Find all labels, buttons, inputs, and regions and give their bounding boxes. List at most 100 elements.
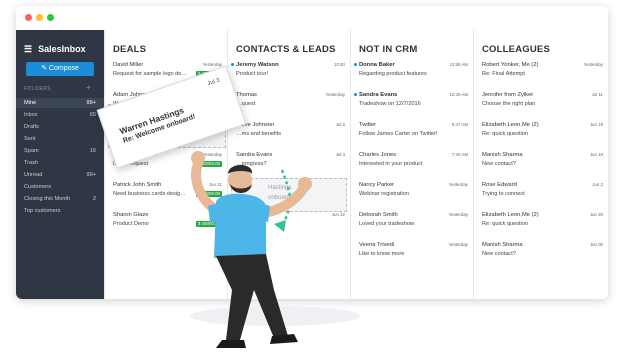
mail-card[interactable]: Twitter Follow James Carter on Twitter! 9:… [351,118,474,148]
folder-item[interactable]: Drafts [16,122,104,132]
mail-time: Jul 4 [335,152,345,157]
left-hand [191,151,205,165]
trousers [216,254,288,340]
mail-subject: Request for sample logo de… [113,71,188,77]
mail-sender: Patrick John Smith [113,182,162,188]
folder-label: Sent [24,136,36,142]
unread-dot-icon [231,63,234,66]
mail-sender: Jennifer from Zylker [482,92,534,98]
mail-time: 10:40 [334,62,345,67]
add-folder-icon[interactable]: + [86,83,91,92]
mail-subject: Choose the right plan [482,101,536,107]
folder-label: Mine [24,100,37,106]
mail-sender: Nancy Parker [359,182,395,188]
folder-item[interactable]: Trash [16,158,104,168]
mail-time: 9:47 AM [451,122,468,127]
mail-card[interactable]: Donna Baker Regarding product features 11:… [351,58,474,88]
mail-time: Jun 2 [592,182,603,187]
mail-card[interactable]: Nancy Parker Webinar registration Yesterda… [351,178,474,208]
mail-time: Jun 18 [589,152,603,157]
folder-label: Trash [24,160,39,166]
unread-dot-icon [354,93,357,96]
close-window-dot[interactable] [25,14,32,21]
mail-time: 10:30 AM [449,92,468,97]
mail-sender: Charles Jones [359,152,397,158]
mail-subject: Re: Final Attempt [482,71,525,77]
drag-arrow-head [274,220,286,232]
mail-card[interactable]: Deborah Smith Loved your tradeshow Yesterd… [351,208,474,238]
mail-sender: Robert Yonker, Me (2) [482,62,539,68]
maximize-window-dot[interactable] [47,14,54,21]
app-name: SalesInbox [38,44,86,54]
mail-card[interactable]: Rose Edward Trying to connect Jun 2 [474,178,608,208]
mail-card[interactable]: Manish Sharma New contact? Jun 18 [474,148,608,178]
mail-card[interactable]: Jennifer from Zylker Choose the right pla… [474,88,608,118]
mail-card[interactable]: Sandra Evans Tradeshow on 12/7/2016 10:30 … [351,88,474,118]
dragged-card-time: Jul 3 [206,77,221,88]
person-illustration [191,151,312,348]
mail-sender: Rose Edward [482,182,517,188]
mail-card[interactable]: Thomas …quest Yesterday [228,88,351,118]
mail-card[interactable]: Veena Trivedi Like to know more Yesterday [351,238,474,268]
folder-label: Top customers [24,208,61,214]
mail-sender: Twitter [359,122,377,128]
mail-card[interactable]: Robert Yonker, Me (2) Re: Final Attempt Ye… [474,58,608,88]
mail-subject: Re: quick question [482,221,529,227]
mail-sender: Sharon Glaze [113,212,149,218]
mail-time: 7:40 AM [451,152,468,157]
folder-item[interactable]: Sent [16,134,104,144]
app-brand: ☰ SalesInbox [24,44,86,55]
mail-subject: Product Demo [113,221,149,227]
compose-icon: ✎ [41,65,49,72]
compose-button[interactable]: ✎ Compose [26,62,94,76]
mail-time: Jul 6 [335,122,345,127]
mail-subject: …ms and benefits [236,131,282,137]
mail-sender: Deborah Smith [359,212,398,218]
folder-item[interactable]: Mine 99+ [16,98,104,108]
column-not-in-crm: NOT IN CRM Donna Baker Regarding product f… [350,30,474,299]
folders-heading: FOLDERS [24,86,52,92]
mail-sender: Elizabeth Leon,Me (2) [482,212,539,218]
mail-card[interactable]: Charles Jones Interested in your product 7… [351,148,474,178]
mail-card[interactable]: Elizabeth Leon,Me (2) Re: quick question J… [474,208,608,238]
folder-count: 99+ [86,100,97,106]
menu-icon[interactable]: ☰ [24,44,32,55]
mail-sender: Thomas [236,92,257,98]
mail-subject: Regarding product features [359,71,427,77]
folder-item[interactable]: Top customers [16,206,104,216]
mail-time: Yesterday [448,242,468,247]
right-sleeve [256,202,270,222]
mail-subject: Re: quick question [482,131,529,137]
column-title: DEALS [113,44,147,55]
folder-item[interactable]: Inbox 65 [16,110,104,120]
minimize-window-dot[interactable] [36,14,43,21]
right-hand [298,177,312,191]
mail-sender: Jeremy Watson [236,62,279,68]
title-bar [16,6,608,30]
folder-item[interactable]: Customers [16,182,104,192]
mail-subject: Like to know more [359,251,405,257]
mail-card[interactable]: Jeremy Watson Product tour! 10:40 [228,58,351,88]
mail-sender: Elizabeth Leon,Me (2) [482,122,539,128]
folder-count: 99+ [86,172,97,178]
folder-label: Unread [24,172,43,178]
mail-time: Jun 19 [589,122,603,127]
mail-time: Yesterday [325,92,345,97]
folder-item[interactable]: Unread 99+ [16,170,104,180]
mail-sender: Sandra Evans [359,92,398,98]
mail-time: Yesterday [448,212,468,217]
mail-subject: Interested in your product [359,161,423,167]
mail-subject: Loved your tradeshow [359,221,415,227]
mail-sender: Manish Sharma [482,152,523,158]
mail-subject: Product tour! [236,71,269,77]
folder-item[interactable]: Spam 16 [16,146,104,156]
column-title: COLLEAGUES [482,44,550,55]
mail-time: 11:58 AM [449,62,468,67]
mail-card[interactable]: Manish Sharma New contact? Jun 00 [474,238,608,268]
folder-count: 65 [89,112,96,118]
folder-item[interactable]: Closing this Month 2 [16,194,104,204]
folder-count: 2 [92,196,96,202]
mail-subject: New contact? [482,251,516,257]
mail-card[interactable]: Elizabeth Leon,Me (2) Re: quick question J… [474,118,608,148]
mail-time: Yesterday [202,62,222,67]
